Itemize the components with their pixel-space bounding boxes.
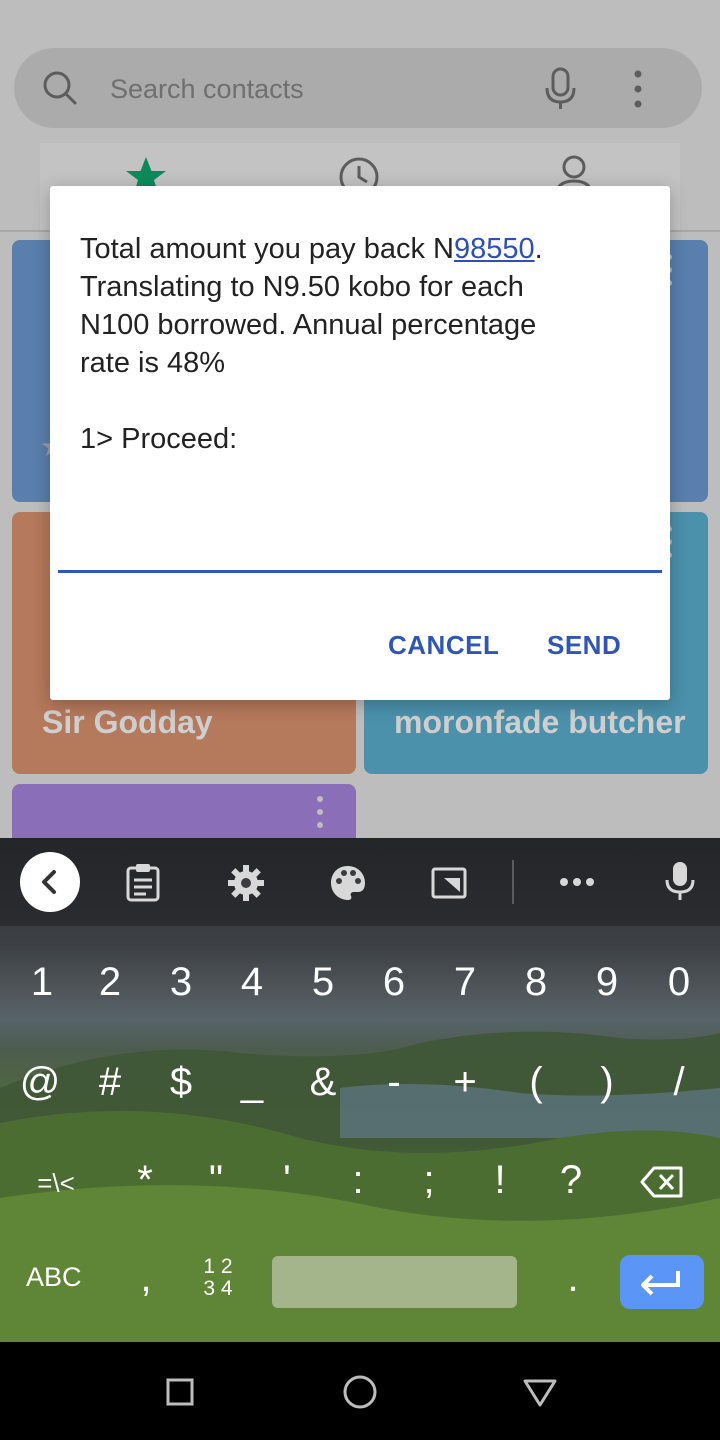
- toolbar-divider: [512, 860, 514, 904]
- key-6[interactable]: 6: [364, 960, 424, 1005]
- enter-key[interactable]: [620, 1255, 704, 1309]
- space-key[interactable]: [272, 1256, 517, 1308]
- contact-card[interactable]: [12, 784, 356, 838]
- ussd-dialog: Total amount you pay back N98550. Transl…: [50, 186, 670, 700]
- chevron-left-icon: [42, 870, 56, 894]
- theme-palette-icon[interactable]: [328, 863, 368, 903]
- collapse-toolbar-button[interactable]: [20, 852, 80, 912]
- key-9[interactable]: 9: [577, 960, 637, 1005]
- key-1[interactable]: 1: [12, 960, 72, 1005]
- message-text: Translating to N9.50 kobo for each: [80, 271, 524, 303]
- key-7[interactable]: 7: [435, 960, 495, 1005]
- key-more-symbols[interactable]: =\<: [26, 1168, 86, 1199]
- clipboard-icon[interactable]: [124, 862, 162, 902]
- card-menu-icon[interactable]: [317, 796, 323, 835]
- navigation-bar: [0, 1342, 720, 1440]
- recents-square-icon[interactable]: [166, 1378, 194, 1406]
- key-question[interactable]: ?: [541, 1158, 601, 1203]
- key-slash[interactable]: /: [649, 1060, 709, 1105]
- input-underline: [58, 570, 662, 573]
- numpad-key-label: 3 4: [203, 1277, 233, 1300]
- message-text: Total amount you pay back N: [80, 233, 454, 265]
- backspace-icon[interactable]: [640, 1166, 684, 1198]
- overflow-menu-icon[interactable]: [632, 68, 644, 110]
- settings-gear-icon[interactable]: [226, 863, 266, 903]
- dialog-message: Total amount you pay back N98550. Transl…: [80, 230, 650, 458]
- key-period[interactable]: .: [543, 1256, 603, 1301]
- message-option: 1> Proceed:: [80, 423, 238, 455]
- numpad-key-label: 1 2: [203, 1255, 233, 1278]
- search-input[interactable]: Search contacts: [110, 74, 304, 105]
- key-minus[interactable]: -: [364, 1060, 424, 1105]
- search-bar[interactable]: Search contacts: [14, 48, 702, 128]
- enter-arrow-icon: [641, 1271, 680, 1296]
- search-icon: [43, 71, 77, 105]
- send-button[interactable]: SEND: [547, 630, 621, 661]
- cancel-button[interactable]: CANCEL: [388, 630, 499, 661]
- key-ampersand[interactable]: &: [293, 1060, 353, 1105]
- microphone-icon[interactable]: [542, 66, 580, 112]
- keyboard: 1 2 3 4 5 6 7 8 9 0 @ # $ _ & - + ( ) / …: [0, 838, 720, 1342]
- key-0[interactable]: 0: [649, 960, 709, 1005]
- key-dollar[interactable]: $: [151, 1060, 211, 1105]
- key-comma[interactable]: ,: [116, 1256, 176, 1301]
- key-exclamation[interactable]: !: [470, 1158, 530, 1203]
- message-text: N100 borrowed. Annual percentage: [80, 309, 537, 341]
- back-triangle-icon[interactable]: [522, 1378, 558, 1408]
- contact-name: Sir Godday: [42, 704, 213, 740]
- voice-input-icon[interactable]: [664, 860, 696, 902]
- key-open-paren[interactable]: (: [506, 1060, 566, 1105]
- more-options-icon[interactable]: [558, 876, 596, 888]
- key-asterisk[interactable]: *: [115, 1158, 175, 1203]
- key-2[interactable]: 2: [80, 960, 140, 1005]
- amount-link[interactable]: 98550: [454, 233, 535, 265]
- key-4[interactable]: 4: [222, 960, 282, 1005]
- message-text: rate is 48%: [80, 347, 226, 379]
- key-apostrophe[interactable]: ': [257, 1158, 317, 1203]
- resize-keyboard-icon[interactable]: [430, 864, 468, 902]
- key-semicolon[interactable]: ;: [399, 1158, 459, 1203]
- key-colon[interactable]: :: [328, 1158, 388, 1203]
- contact-name: moronfade butcher: [394, 704, 686, 740]
- response-input[interactable]: [58, 516, 662, 566]
- key-5[interactable]: 5: [293, 960, 353, 1005]
- key-underscore[interactable]: _: [222, 1060, 282, 1105]
- key-at[interactable]: @: [10, 1060, 70, 1105]
- abc-key[interactable]: ABC: [26, 1262, 82, 1293]
- key-3[interactable]: 3: [151, 960, 211, 1005]
- key-close-paren[interactable]: ): [577, 1060, 637, 1105]
- key-8[interactable]: 8: [506, 960, 566, 1005]
- home-circle-icon[interactable]: [342, 1374, 378, 1410]
- message-text: .: [534, 233, 543, 265]
- key-hash[interactable]: #: [80, 1060, 140, 1105]
- numpad-key[interactable]: 1 2 3 4: [198, 1256, 238, 1300]
- key-plus[interactable]: +: [435, 1060, 495, 1105]
- key-double-quote[interactable]: ": [186, 1158, 246, 1203]
